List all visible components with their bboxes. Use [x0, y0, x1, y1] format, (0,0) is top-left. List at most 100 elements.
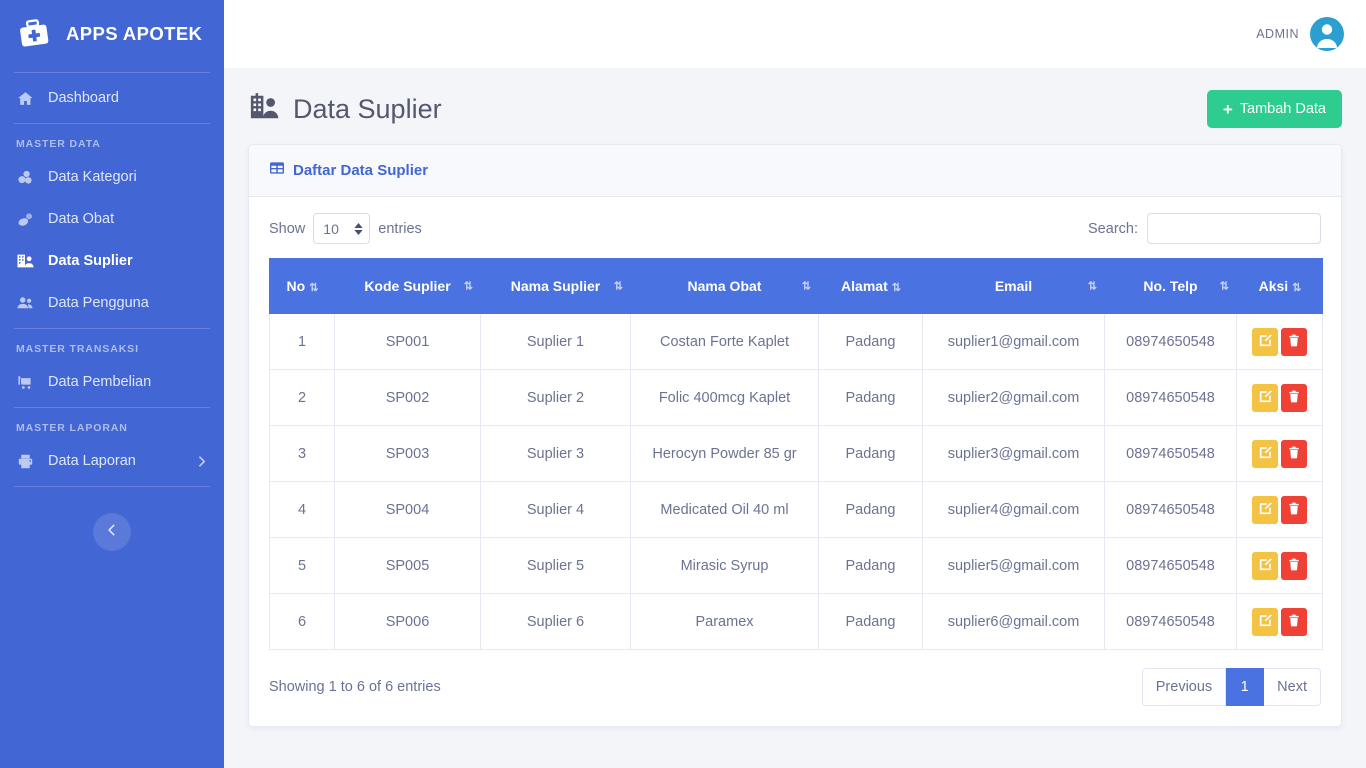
trash-icon	[1287, 445, 1301, 463]
cell-no: 5	[269, 537, 335, 594]
page-length-select[interactable]: 102550100	[313, 213, 371, 244]
home-icon	[14, 90, 36, 107]
row-actions	[1237, 327, 1322, 356]
delete-row-button[interactable]	[1281, 607, 1307, 636]
sidebar-item-label: Data Pembelian	[48, 374, 152, 390]
brand-logo-area[interactable]: APPS APOTEK	[0, 0, 224, 68]
edit-pencil-icon	[1258, 445, 1273, 463]
entries-label: entries	[378, 220, 422, 237]
sort-icon: ⇅	[891, 282, 901, 294]
table-row: 2 SP002 Suplier 2 Folic 400mcg Kaplet Padang…	[269, 369, 1323, 426]
cell-kode-suplier: SP006	[334, 593, 481, 650]
column-label: Nama Obat	[687, 278, 762, 294]
sidebar-item-label: Data Pengguna	[48, 295, 149, 311]
column-header-aksi[interactable]: Aksi ⇅	[1236, 258, 1323, 314]
sidebar-item-data-laporan[interactable]: Data Laporan	[0, 440, 224, 482]
cell-no-telp: 08974650548	[1104, 481, 1237, 538]
sidebar-item-data-obat[interactable]: Data Obat	[0, 198, 224, 240]
pagination-next[interactable]: Next	[1264, 668, 1321, 706]
cell-nama-suplier: Suplier 5	[480, 537, 631, 594]
table-icon	[269, 160, 285, 181]
cell-no-telp: 08974650548	[1104, 425, 1237, 482]
edit-row-button[interactable]	[1252, 383, 1278, 412]
avatar[interactable]	[1310, 17, 1344, 51]
column-header-alamat[interactable]: Alamat ⇅	[818, 258, 923, 314]
sort-icon: ⇅	[1087, 280, 1097, 293]
table-header-row: No ⇅ Kode Suplier ⇅ Nama Suplier ⇅ Nama Oba…	[269, 258, 1323, 314]
pagination-previous[interactable]: Previous	[1141, 668, 1227, 706]
suplier-table: No ⇅ Kode Suplier ⇅ Nama Suplier ⇅ Nama Oba…	[269, 258, 1323, 650]
column-header-kode-suplier[interactable]: Kode Suplier ⇅	[334, 258, 481, 314]
row-actions	[1237, 439, 1322, 468]
column-header-nama-suplier[interactable]: Nama Suplier ⇅	[480, 258, 631, 314]
delete-row-button[interactable]	[1281, 383, 1307, 412]
page-title: Data Suplier	[248, 92, 442, 127]
table-row: 3 SP003 Suplier 3 Herocyn Powder 85 gr Padan…	[269, 425, 1323, 482]
page-length-select-wrap: 102550100	[313, 213, 371, 244]
table-row: 1 SP001 Suplier 1 Costan Forte Kaplet Padang…	[269, 313, 1323, 370]
cell-aksi	[1236, 369, 1323, 426]
column-header-nama-obat[interactable]: Nama Obat ⇅	[630, 258, 819, 314]
search-input[interactable]	[1147, 213, 1321, 244]
sidebar-collapse-area	[0, 513, 224, 551]
edit-row-button[interactable]	[1252, 327, 1278, 356]
user-menu[interactable]: ADMIN	[1256, 17, 1344, 51]
row-actions	[1237, 495, 1322, 524]
delete-row-button[interactable]	[1281, 327, 1307, 356]
trash-icon	[1287, 333, 1301, 351]
edit-row-button[interactable]	[1252, 495, 1278, 524]
sidebar-collapse-button[interactable]	[93, 513, 131, 551]
sidebar-heading-master-data: MASTER DATA	[16, 138, 101, 150]
cell-no: 1	[269, 313, 335, 370]
edit-pencil-icon	[1258, 613, 1273, 631]
sidebar-item-label: Data Laporan	[48, 453, 136, 469]
column-header-no-telp[interactable]: No. Telp ⇅	[1104, 258, 1237, 314]
sort-icon: ⇅	[463, 280, 473, 293]
cell-no: 2	[269, 369, 335, 426]
cell-email: suplier6@gmail.com	[922, 593, 1105, 650]
delete-row-button[interactable]	[1281, 495, 1307, 524]
sidebar-item-data-kategori[interactable]: Data Kategori	[0, 156, 224, 198]
edit-row-button[interactable]	[1252, 607, 1278, 636]
cell-no-telp: 08974650548	[1104, 593, 1237, 650]
cell-nama-suplier: Suplier 4	[480, 481, 631, 538]
column-header-no[interactable]: No ⇅	[269, 258, 335, 314]
cell-email: suplier4@gmail.com	[922, 481, 1105, 538]
sidebar-item-data-pembelian[interactable]: Data Pembelian	[0, 361, 224, 403]
user-name-label: ADMIN	[1256, 27, 1299, 41]
datatable-footer: Showing 1 to 6 of 6 entries Previous 1 N…	[269, 668, 1321, 706]
cell-email: suplier5@gmail.com	[922, 537, 1105, 594]
edit-pencil-icon	[1258, 333, 1273, 351]
cell-nama-obat: Folic 400mcg Kaplet	[630, 369, 819, 426]
sort-icon: ⇅	[1292, 282, 1301, 294]
trash-icon	[1287, 389, 1301, 407]
edit-row-button[interactable]	[1252, 439, 1278, 468]
cell-alamat: Padang	[818, 313, 923, 370]
add-data-button[interactable]: + Tambah Data	[1206, 90, 1342, 128]
delete-row-button[interactable]	[1281, 551, 1307, 580]
cell-nama-suplier: Suplier 1	[480, 313, 631, 370]
cell-alamat: Padang	[818, 593, 923, 650]
cell-nama-obat: Mirasic Syrup	[630, 537, 819, 594]
sidebar-divider-1	[14, 72, 210, 73]
column-label: No	[286, 278, 306, 294]
trash-icon	[1287, 501, 1301, 519]
search-label: Search:	[1088, 220, 1138, 237]
sidebar-heading-master-transaksi: MASTER TRANSAKSI	[16, 343, 139, 355]
edit-row-button[interactable]	[1252, 551, 1278, 580]
cell-alamat: Padang	[818, 537, 923, 594]
add-data-label: Tambah Data	[1239, 101, 1326, 117]
row-actions	[1237, 551, 1322, 580]
column-header-email[interactable]: Email ⇅	[922, 258, 1105, 314]
sort-icon: ⇅	[801, 280, 811, 293]
sidebar-item-dashboard[interactable]: Dashboard	[0, 77, 224, 119]
page-title-text: Data Suplier	[293, 93, 442, 124]
brand-title: APPS APOTEK	[66, 23, 203, 44]
sidebar-item-data-pengguna[interactable]: Data Pengguna	[0, 282, 224, 324]
table-row: 6 SP006 Suplier 6 Paramex Padang suplier6@gma…	[269, 593, 1323, 650]
pagination-page-1[interactable]: 1	[1226, 668, 1265, 706]
cell-aksi	[1236, 425, 1323, 482]
sidebar-item-data-suplier[interactable]: Data Suplier	[0, 240, 224, 282]
column-label: Kode Suplier	[364, 278, 451, 294]
delete-row-button[interactable]	[1281, 439, 1307, 468]
